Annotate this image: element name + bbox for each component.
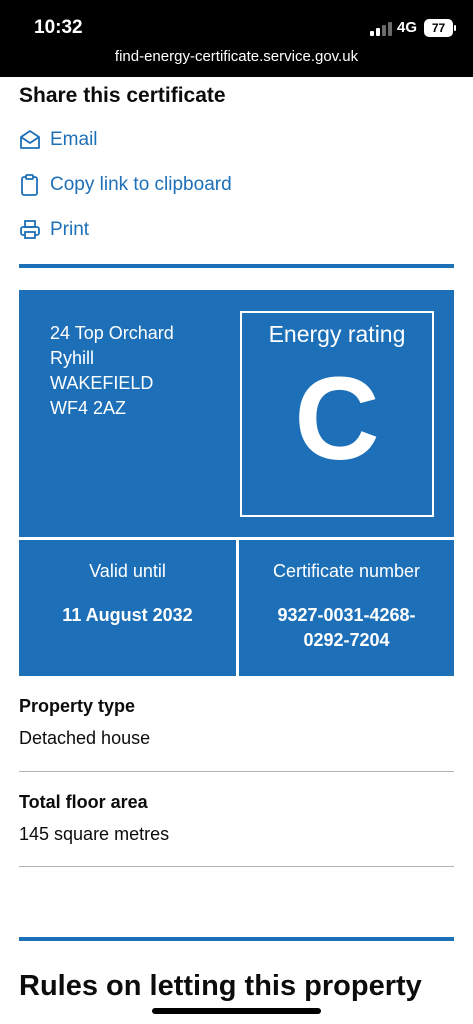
- clipboard-icon: [21, 174, 38, 196]
- battery-icon: 77: [424, 19, 456, 37]
- certificate-number-cell: Certificate number 9327-0031-4268- 0292-…: [239, 540, 454, 676]
- valid-until-cell: Valid until 11 August 2032: [19, 540, 236, 676]
- print-link-label: Print: [50, 219, 90, 240]
- printer-icon: [20, 220, 40, 239]
- energy-rating-label: Energy rating: [268, 321, 406, 347]
- address-line-2: Ryhill: [50, 348, 95, 368]
- row-divider: [19, 866, 454, 867]
- floor-area-value: 145 square metres: [19, 824, 170, 844]
- certificate-number-label: Certificate number: [272, 561, 421, 581]
- print-link[interactable]: Print: [19, 219, 89, 241]
- section-divider: [19, 937, 454, 941]
- property-type-value: Detached house: [19, 728, 151, 748]
- address-bar[interactable]: find-energy-certificate.service.gov.uk: [0, 48, 473, 65]
- row-divider: [19, 771, 454, 772]
- valid-until-label: Valid until: [89, 561, 166, 581]
- copy-link-label: Copy link to clipboard: [50, 174, 232, 195]
- property-type-label: Property type: [19, 696, 136, 716]
- certificate-number-line-1: 9327-0031-4268-: [277, 605, 416, 625]
- property-address: 24 Top Orchard Ryhill WAKEFIELD WF4 2AZ: [50, 321, 174, 421]
- share-heading: Share this certificate: [19, 84, 226, 107]
- floor-area-label: Total floor area: [19, 792, 148, 812]
- valid-until-value: 11 August 2032: [62, 605, 193, 625]
- energy-rating-box: Energy rating C: [240, 311, 434, 517]
- copy-link-button[interactable]: Copy link to clipboard: [19, 174, 232, 196]
- status-time: 10:32: [34, 17, 83, 38]
- email-link-label: Email: [50, 129, 98, 150]
- certificate-summary: 24 Top Orchard Ryhill WAKEFIELD WF4 2AZ …: [19, 290, 454, 676]
- certificate-number-value: 9327-0031-4268- 0292-7204: [239, 603, 454, 653]
- home-indicator[interactable]: [152, 1008, 321, 1014]
- address-line-1: 24 Top Orchard: [50, 323, 174, 343]
- envelope-icon: [20, 130, 40, 149]
- energy-rating-letter: C: [294, 353, 380, 485]
- address-postcode: WF4 2AZ: [50, 398, 127, 418]
- status-bar: 10:32 4G 77 find-energy-certificate.serv…: [0, 0, 473, 77]
- section-divider: [19, 264, 454, 268]
- certificate-number-line-2: 0292-7204: [303, 630, 390, 650]
- network-type: 4G: [397, 19, 418, 36]
- email-link[interactable]: Email: [19, 129, 98, 151]
- rules-heading: Rules on letting this property: [19, 970, 422, 1002]
- address-line-3: WAKEFIELD: [50, 373, 154, 393]
- signal-icon: [370, 22, 392, 36]
